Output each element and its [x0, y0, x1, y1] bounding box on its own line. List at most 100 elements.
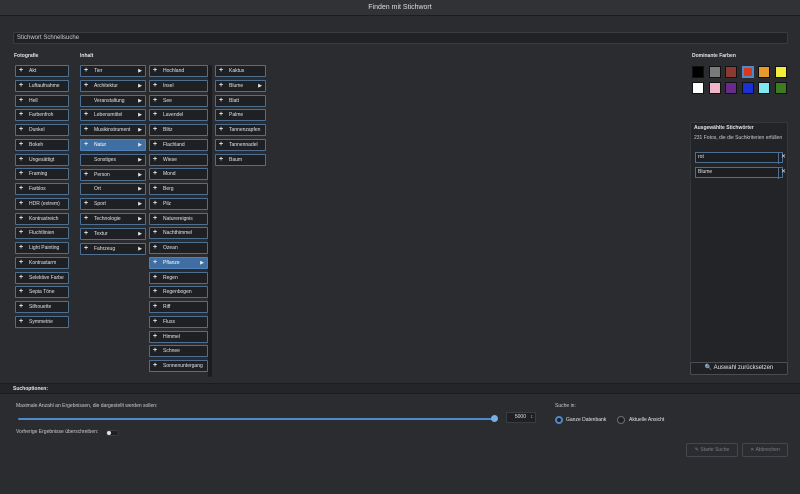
fotografie-item[interactable]: + Akt: [15, 65, 69, 77]
natur-item[interactable]: + See: [149, 94, 208, 107]
remove-keyword-icon[interactable]: ✕: [778, 168, 788, 179]
inhalt-item[interactable]: Ort ▶: [80, 183, 146, 196]
natur-item[interactable]: + Schnee: [149, 345, 208, 358]
plus-icon[interactable]: +: [153, 243, 157, 253]
plus-icon[interactable]: +: [19, 184, 23, 194]
natur-item[interactable]: + Himmel: [149, 330, 208, 343]
inhalt-item[interactable]: + Tier ▶: [80, 65, 146, 77]
plus-icon[interactable]: +: [84, 66, 88, 76]
plus-icon[interactable]: +: [19, 66, 23, 76]
plus-icon[interactable]: +: [153, 317, 157, 327]
plus-icon[interactable]: +: [19, 214, 23, 224]
fotografie-item[interactable]: + Framing: [15, 168, 69, 181]
plus-icon[interactable]: +: [19, 287, 23, 297]
pflanze-item[interactable]: + Blatt: [215, 94, 266, 107]
inhalt-item[interactable]: + Lebensmittel ▶: [80, 109, 146, 122]
overwrite-toggle[interactable]: [106, 430, 119, 436]
fotografie-item[interactable]: + Bokeh: [15, 138, 69, 151]
plus-icon[interactable]: +: [153, 81, 157, 91]
natur-item[interactable]: + Hochland: [149, 65, 208, 77]
remove-keyword-icon[interactable]: ✕: [778, 153, 788, 164]
max-results-input[interactable]: 5000 ↕: [506, 412, 536, 423]
plus-icon[interactable]: +: [19, 199, 23, 209]
radio-all-database[interactable]: [555, 416, 563, 424]
fotografie-item[interactable]: + Symmetrie: [15, 315, 69, 328]
plus-icon[interactable]: +: [153, 273, 157, 283]
pflanze-item[interactable]: + Kaktus: [215, 65, 266, 77]
color-swatch[interactable]: [725, 82, 737, 94]
start-search-button[interactable]: ✎ Starte Suche: [686, 443, 738, 457]
fotografie-item[interactable]: + Kontrastreich: [15, 212, 69, 225]
plus-icon[interactable]: +: [153, 287, 157, 297]
plus-icon[interactable]: +: [84, 110, 88, 120]
fotografie-item[interactable]: + Ungesättigt: [15, 153, 69, 166]
color-swatch[interactable]: [758, 66, 770, 78]
plus-icon[interactable]: +: [219, 125, 223, 135]
color-swatch[interactable]: [725, 66, 737, 78]
plus-icon[interactable]: +: [84, 199, 88, 209]
pflanze-item[interactable]: + Baum: [215, 153, 266, 166]
inhalt-item[interactable]: + Sport ▶: [80, 198, 146, 211]
plus-icon[interactable]: +: [153, 169, 157, 179]
stepper-icon[interactable]: ↕: [531, 413, 534, 422]
color-swatch[interactable]: [774, 66, 787, 78]
plus-icon[interactable]: +: [219, 140, 223, 150]
natur-item[interactable]: + Sonnenuntergang: [149, 360, 208, 372]
inhalt-item[interactable]: Veranstaltung ▶: [80, 94, 146, 107]
color-swatch[interactable]: [692, 66, 704, 78]
plus-icon[interactable]: +: [19, 81, 23, 91]
plus-icon[interactable]: +: [84, 81, 88, 91]
plus-icon[interactable]: +: [19, 317, 23, 327]
fotografie-item[interactable]: + Selektive Farbe: [15, 271, 69, 284]
plus-icon[interactable]: +: [153, 110, 157, 120]
plus-icon[interactable]: +: [153, 228, 157, 238]
plus-icon[interactable]: +: [84, 244, 88, 254]
color-swatch[interactable]: [758, 82, 770, 94]
plus-icon[interactable]: +: [19, 273, 23, 283]
plus-icon[interactable]: +: [153, 332, 157, 342]
natur-scrollbar[interactable]: [208, 65, 212, 377]
max-results-slider-handle[interactable]: [491, 415, 498, 422]
reset-selection-button[interactable]: 🔍 Auswahl zurücksetzen: [690, 362, 788, 375]
fotografie-item[interactable]: + Kontrastarm: [15, 256, 69, 269]
plus-icon[interactable]: +: [153, 66, 157, 76]
plus-icon[interactable]: +: [219, 96, 223, 106]
fotografie-item[interactable]: + Sepia Töne: [15, 286, 69, 299]
natur-item[interactable]: + Pflanze ▶: [149, 256, 208, 269]
cancel-button[interactable]: ✕ Abbrechen: [742, 443, 788, 457]
plus-icon[interactable]: +: [219, 81, 223, 91]
color-swatch[interactable]: [741, 66, 754, 78]
inhalt-item[interactable]: + Natur ▶: [80, 139, 146, 151]
color-swatch[interactable]: [708, 66, 721, 78]
inhalt-item[interactable]: + Textur ▶: [80, 227, 146, 240]
plus-icon[interactable]: +: [153, 346, 157, 356]
plus-icon[interactable]: +: [19, 302, 23, 312]
plus-icon[interactable]: +: [19, 169, 23, 179]
plus-icon[interactable]: +: [84, 229, 88, 239]
fotografie-item[interactable]: + Fluchtlinien: [15, 227, 69, 240]
plus-icon[interactable]: +: [19, 258, 23, 268]
pflanze-item[interactable]: + Blume ▶: [215, 79, 266, 92]
plus-icon[interactable]: +: [19, 155, 23, 165]
inhalt-item[interactable]: + Person ▶: [80, 168, 146, 181]
natur-item[interactable]: + Mond: [149, 168, 208, 181]
fotografie-item[interactable]: + Hell: [15, 94, 69, 107]
plus-icon[interactable]: +: [153, 361, 157, 371]
inhalt-item[interactable]: + Architektur ▶: [80, 79, 146, 92]
pflanze-item[interactable]: + Tannennadel: [215, 139, 266, 151]
plus-icon[interactable]: +: [19, 243, 23, 253]
plus-icon[interactable]: +: [153, 214, 157, 224]
fotografie-item[interactable]: + Farbenfroh: [15, 109, 69, 122]
inhalt-item[interactable]: + Fahrzeug ▶: [80, 242, 146, 255]
natur-item[interactable]: + Flachland: [149, 138, 208, 151]
radio-current-view[interactable]: [617, 416, 625, 424]
natur-item[interactable]: + Lavendel: [149, 109, 208, 122]
plus-icon[interactable]: +: [84, 214, 88, 224]
inhalt-item[interactable]: + Technologie ▶: [80, 213, 146, 225]
natur-item[interactable]: + Fluss: [149, 315, 208, 328]
plus-icon[interactable]: +: [219, 110, 223, 120]
plus-icon[interactable]: +: [153, 199, 157, 209]
color-swatch[interactable]: [774, 82, 787, 94]
natur-item[interactable]: + Blitz: [149, 124, 208, 136]
color-swatch[interactable]: [741, 82, 754, 94]
